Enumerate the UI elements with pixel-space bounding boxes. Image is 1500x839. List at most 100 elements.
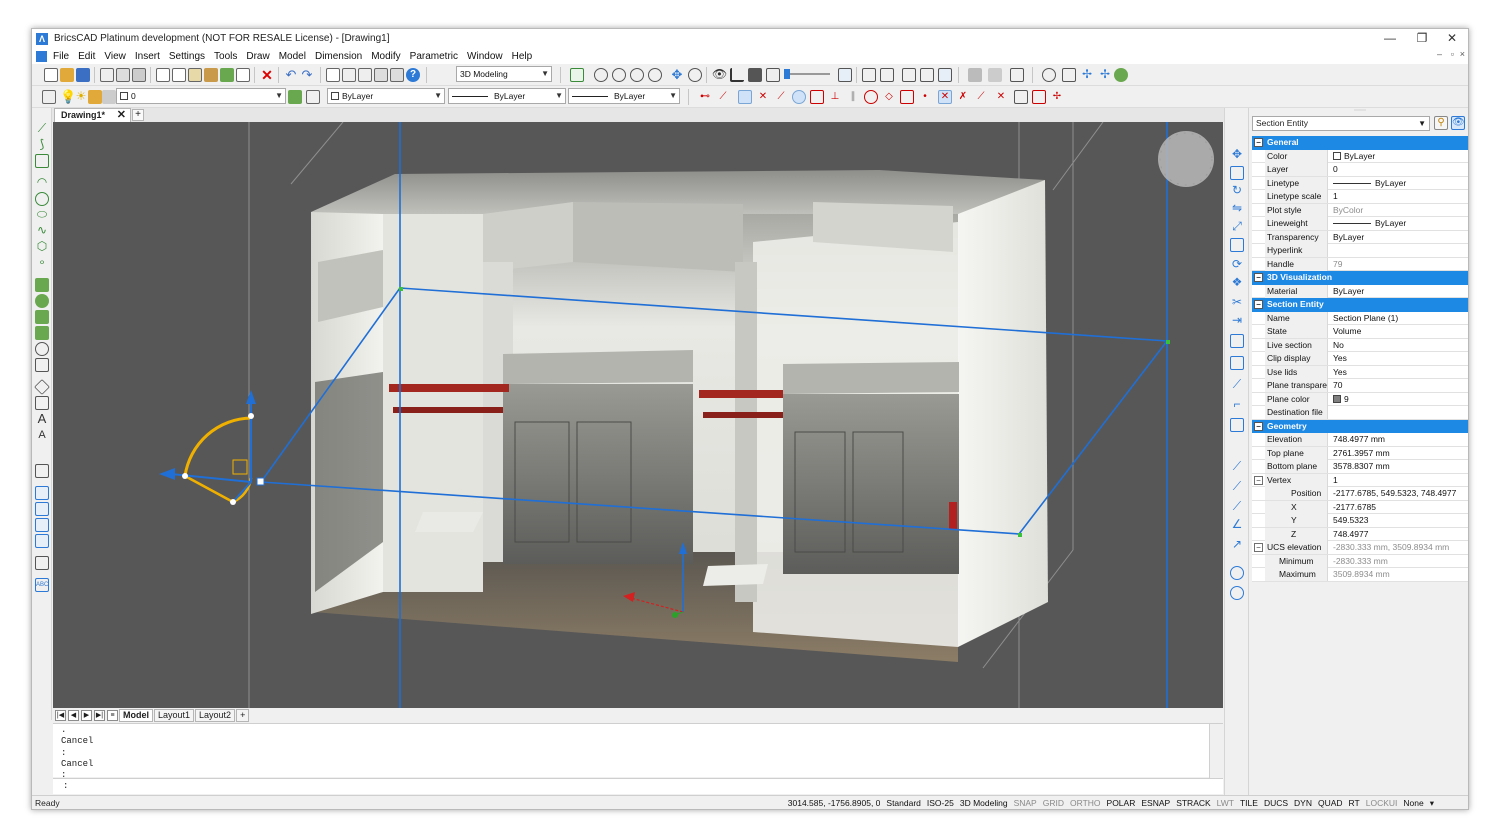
collapse-icon[interactable]: − (1254, 543, 1263, 552)
revision-cloud-icon[interactable] (35, 326, 49, 340)
extend-tool-icon[interactable]: ⇥ (1230, 314, 1244, 328)
image-icon[interactable] (35, 534, 49, 548)
property-row-elevation[interactable]: Elevation 748.4977 mm (1252, 433, 1468, 447)
erase-icon[interactable]: ✕ (260, 68, 274, 82)
restore-button[interactable]: ❐ (1406, 29, 1438, 48)
menu-view[interactable]: View (104, 51, 126, 62)
property-value[interactable]: Volume (1330, 325, 1468, 338)
property-row-plane-transparen[interactable]: Plane transparen 70 (1252, 379, 1468, 393)
property-value[interactable]: ByLayer (1330, 217, 1468, 230)
property-row-hyperlink[interactable]: Hyperlink (1252, 244, 1468, 258)
property-value[interactable]: -2177.6785 (1330, 501, 1468, 514)
view-icon[interactable]: 👁 (712, 68, 727, 82)
menu-model[interactable]: Model (279, 51, 306, 62)
command-input[interactable]: : (53, 778, 1223, 794)
lineweight-dropdown[interactable]: ByLayer ▼ (568, 88, 680, 104)
status-toggle-strack[interactable]: STRACK (1176, 796, 1210, 809)
layer-manager-icon[interactable] (42, 90, 56, 104)
property-value[interactable]: 549.5323 (1330, 514, 1468, 527)
solid-edit-icon[interactable] (988, 68, 1002, 82)
property-value[interactable]: 0 (1330, 163, 1468, 176)
mdi-restore-button[interactable]: ▫ (1451, 49, 1454, 59)
snap-nearest-icon[interactable] (738, 90, 752, 104)
boundary-icon[interactable] (35, 310, 49, 324)
properties-icon[interactable] (326, 68, 340, 82)
polygon-icon[interactable]: ⬡ (35, 240, 49, 254)
lock-icon[interactable] (88, 90, 102, 104)
status-toggle-esnap[interactable]: ESNAP (1141, 796, 1170, 809)
snap-clear-icon[interactable]: ✕ (994, 90, 1008, 104)
property-row-linetype[interactable]: Linetype ByLayer (1252, 176, 1468, 190)
layout-list-button[interactable]: ≡ (107, 709, 118, 721)
menu-dimension[interactable]: Dimension (315, 51, 362, 62)
zoom-extents-icon[interactable] (570, 68, 584, 82)
camera-icon[interactable] (748, 68, 762, 82)
menu-settings[interactable]: Settings (169, 51, 205, 62)
property-row-bottom-plane[interactable]: Bottom plane 3578.8307 mm (1252, 460, 1468, 474)
bricscad-app-icon[interactable]: Ʌ (36, 32, 48, 45)
property-row-material[interactable]: Material ByLayer (1252, 284, 1468, 298)
help-icon[interactable]: ? (406, 68, 420, 82)
select-objects-icon[interactable]: ⚲ (1434, 116, 1448, 130)
block-icon[interactable] (35, 464, 49, 478)
snap-extra-icon[interactable]: ✢ (1050, 90, 1064, 104)
property-value[interactable]: Yes (1330, 366, 1468, 379)
property-value[interactable] (1330, 406, 1468, 419)
explode-tool-icon[interactable] (1230, 418, 1244, 432)
status-toggle-lwt[interactable]: LWT (1217, 796, 1234, 809)
property-value[interactable]: ByLayer (1330, 177, 1468, 190)
status-toggle-standard[interactable]: Standard (886, 796, 921, 809)
field-icon[interactable] (35, 556, 49, 570)
property-value[interactable]: Section Plane (1) (1330, 312, 1468, 325)
snap-point-icon[interactable]: • (918, 90, 932, 104)
join-tool-icon[interactable] (1230, 356, 1244, 370)
snap-quadrant-icon[interactable]: ◇ (882, 90, 896, 104)
open-icon[interactable] (60, 68, 74, 82)
snap-insertion-icon[interactable] (900, 90, 914, 104)
rectangle-icon[interactable] (35, 154, 49, 168)
explorer-icon[interactable] (358, 68, 372, 82)
property-row-handle[interactable]: Handle 79 (1252, 257, 1468, 271)
workspace-dropdown[interactable]: 3D Modeling ▼ (456, 66, 552, 82)
property-row-vertex[interactable]: − Vertex 1 (1252, 473, 1468, 487)
property-row-ucs-elevation[interactable]: − UCS elevation -2830.333 mm, 3509.8934 mm (1252, 541, 1468, 555)
property-value[interactable]: 748.4977 mm (1330, 433, 1468, 446)
property-row-plane-color[interactable]: Plane color 9 (1252, 392, 1468, 406)
property-value[interactable]: 1 (1330, 190, 1468, 203)
viewports-icon[interactable] (838, 68, 852, 82)
text-icon[interactable]: A (35, 412, 49, 426)
snap-midpoint-icon[interactable]: ⟋ (716, 90, 730, 104)
property-value[interactable]: -2830.333 mm (1330, 555, 1468, 568)
mirror-tool-icon[interactable]: ⇋ (1230, 202, 1244, 216)
linetype-dropdown[interactable]: ByLayer ▼ (448, 88, 566, 104)
wipeout-icon[interactable] (35, 342, 49, 356)
property-row-color[interactable]: Color ByLayer (1252, 149, 1468, 163)
polyline-icon[interactable]: ⟆ (35, 138, 49, 152)
status-toggle-rt[interactable]: RT (1349, 796, 1360, 809)
box-icon[interactable] (862, 68, 876, 82)
model-viewport[interactable] (53, 122, 1223, 708)
minimize-button[interactable]: — (1374, 29, 1406, 48)
command-scrollbar[interactable] (1209, 724, 1223, 778)
paste-icon[interactable] (188, 68, 202, 82)
design-center-icon[interactable] (374, 68, 388, 82)
publish-icon[interactable] (132, 68, 146, 82)
stretch-tool-icon[interactable] (1230, 238, 1244, 252)
sheet-icon[interactable] (920, 68, 934, 82)
measure-icon[interactable] (1230, 586, 1244, 600)
menu-file[interactable]: File (53, 51, 69, 62)
new-icon[interactable] (44, 68, 58, 82)
property-value[interactable]: 3578.8307 mm (1330, 460, 1468, 473)
offset-tool-icon[interactable]: ⟳ (1230, 258, 1244, 272)
status-toggle-snap[interactable]: SNAP (1014, 796, 1037, 809)
property-row-minimum[interactable]: Minimum -2830.333 mm (1252, 554, 1468, 568)
zoom-slider[interactable] (784, 73, 830, 75)
menu-window[interactable]: Window (467, 51, 503, 62)
cloud-icon[interactable] (1114, 68, 1128, 82)
menu-edit[interactable]: Edit (78, 51, 95, 62)
toggle-pickadd-icon[interactable]: 👁 (1451, 116, 1465, 130)
property-row-state[interactable]: State Volume (1252, 325, 1468, 339)
hatch-icon[interactable] (35, 358, 49, 372)
status-toggle-3d-modeling[interactable]: 3D Modeling (960, 796, 1008, 809)
circle-icon[interactable] (35, 192, 49, 206)
